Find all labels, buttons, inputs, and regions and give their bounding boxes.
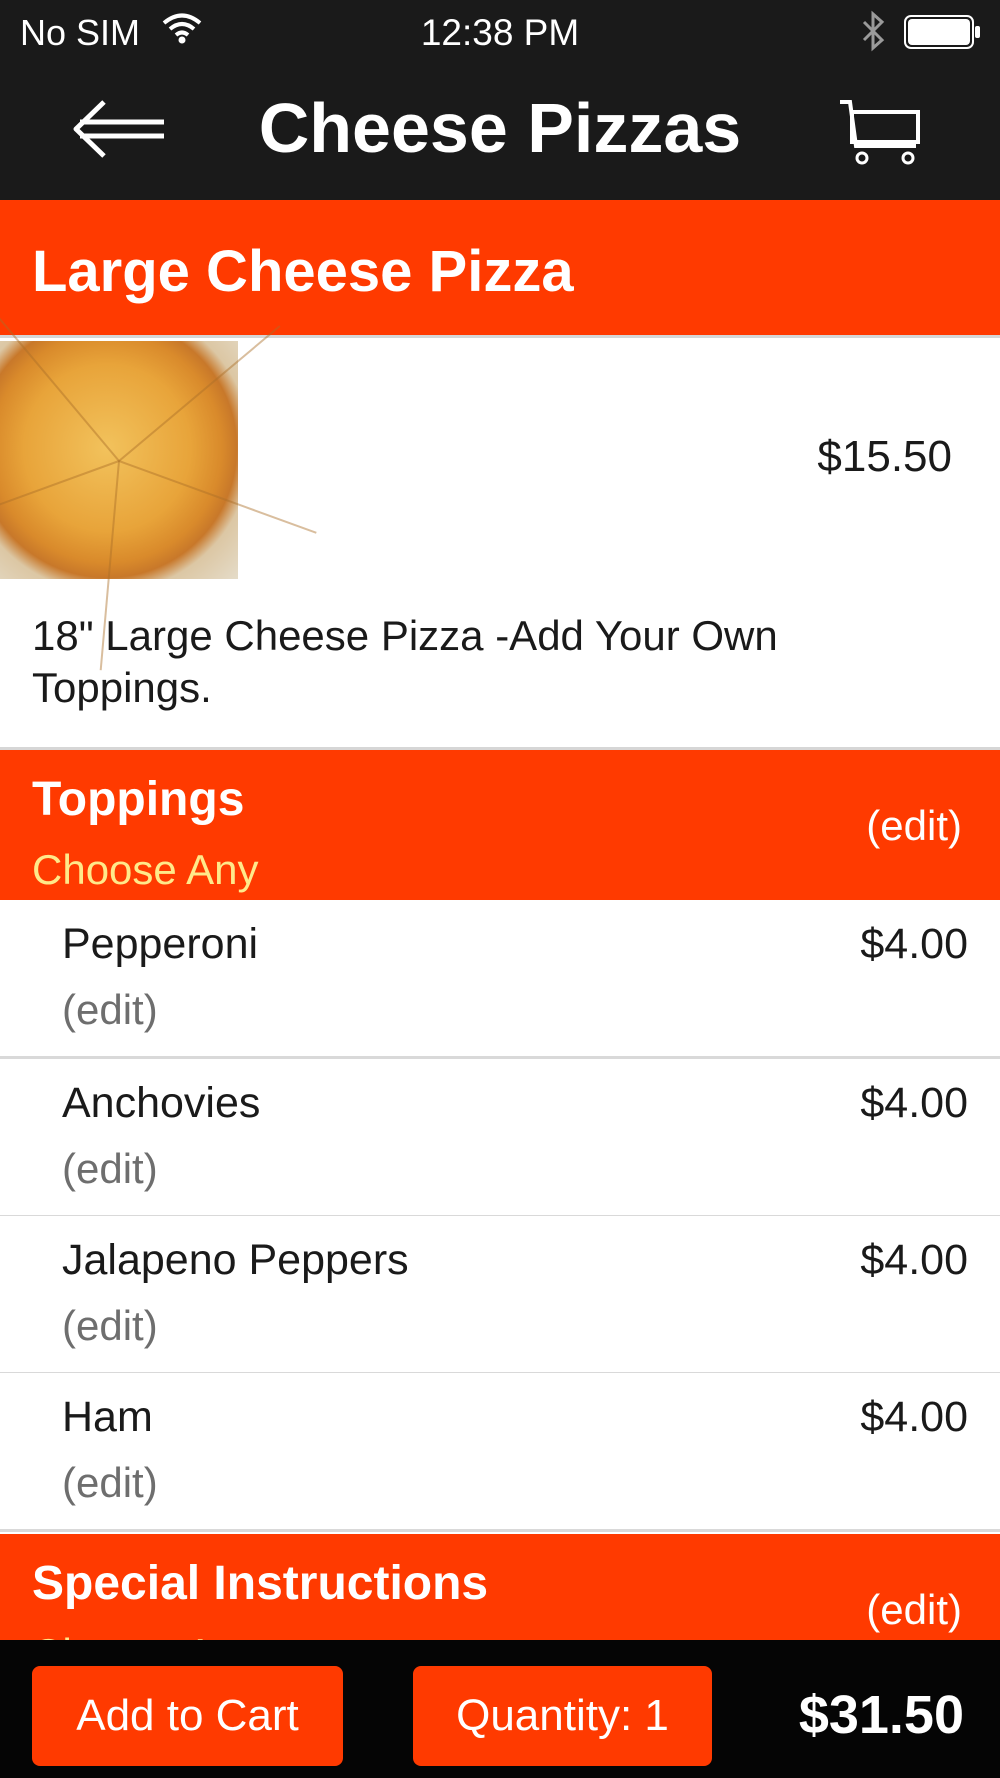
pizza-slice-line <box>118 325 281 462</box>
option-edit-link[interactable]: (edit) <box>62 986 158 1034</box>
clock: 12:38 PM <box>420 12 580 53</box>
pizza-image <box>0 299 317 671</box>
group-subtitle: Choose Any <box>32 846 259 893</box>
option-row-ham[interactable]: Ham $4.00 (edit) <box>0 1373 1000 1532</box>
toppings-group-header: Toppings Choose Any (edit) <box>0 750 1000 900</box>
special-instructions-edit-link[interactable]: (edit) <box>866 1586 962 1634</box>
option-name: Pepperoni <box>62 920 259 968</box>
option-price: $4.00 <box>860 920 968 968</box>
option-edit-link[interactable]: (edit) <box>62 1459 158 1507</box>
group-name: Special Instructions <box>32 1557 489 1610</box>
status-bar: No SIM 12:38 PM <box>0 0 1000 62</box>
pizza-slice-line <box>118 460 317 534</box>
option-name: Anchovies <box>62 1079 261 1127</box>
option-edit-link[interactable]: (edit) <box>62 1302 158 1350</box>
option-name: Ham <box>62 1393 153 1441</box>
bluetooth-icon <box>858 10 888 57</box>
add-to-cart-button[interactable]: Add to Cart <box>32 1666 343 1766</box>
toppings-edit-link[interactable]: (edit) <box>866 802 962 850</box>
option-name: Jalapeno Peppers <box>62 1236 409 1284</box>
option-row-pepperoni[interactable]: Pepperoni $4.00 (edit) <box>0 900 1000 1059</box>
item-header: Large Cheese Pizza <box>0 200 1000 335</box>
divider <box>0 335 1000 338</box>
item-description: 18" Large Cheese Pizza -Add Your Own Top… <box>32 612 778 711</box>
item-name: Large Cheese Pizza <box>32 239 574 304</box>
option-row-jalapeno-peppers[interactable]: Jalapeno Peppers $4.00 (edit) <box>0 1216 1000 1375</box>
pizza-slice-line <box>0 460 120 534</box>
nav-bar: Cheese Pizzas <box>0 62 1000 200</box>
order-total: $31.50 <box>798 1685 964 1745</box>
option-price: $4.00 <box>860 1236 968 1284</box>
battery-icon <box>904 15 982 54</box>
quantity-button[interactable]: Quantity: 1 <box>413 1666 712 1766</box>
option-edit-link[interactable]: (edit) <box>62 1145 158 1193</box>
item-price: $15.50 <box>817 432 952 481</box>
option-row-anchovies[interactable]: Anchovies $4.00 (edit) <box>0 1059 1000 1218</box>
option-price: $4.00 <box>860 1079 968 1127</box>
shopping-cart-icon[interactable] <box>836 96 926 168</box>
bottom-bar: Add to Cart Quantity: 1 $31.50 <box>0 1640 1000 1778</box>
group-name: Toppings <box>32 773 245 826</box>
option-price: $4.00 <box>860 1393 968 1441</box>
